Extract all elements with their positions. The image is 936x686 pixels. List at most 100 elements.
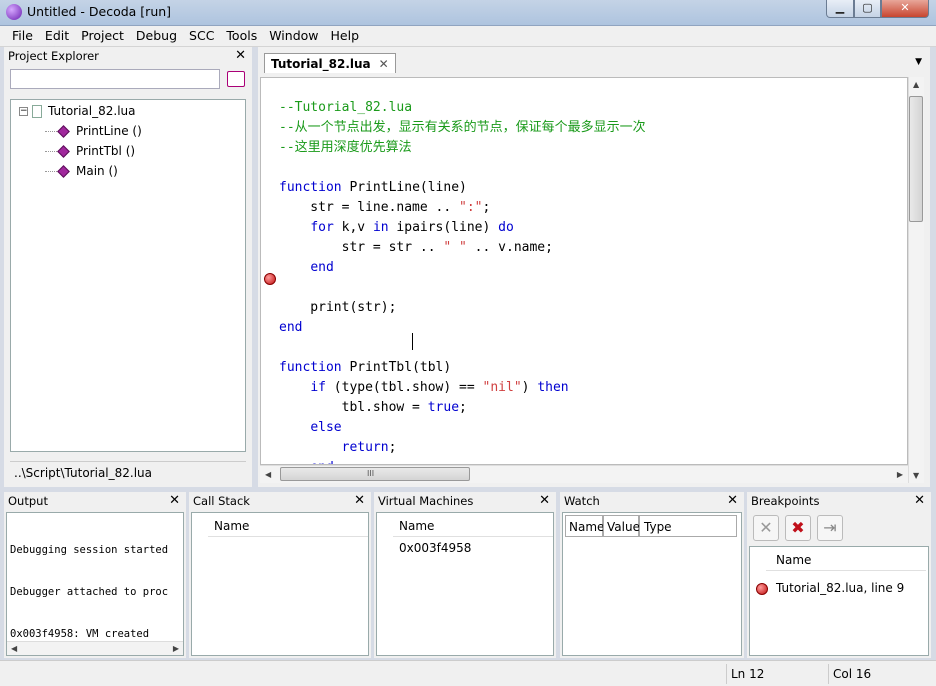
code-line: function PrintTbl(tbl) [279,358,646,378]
breakpoint-gutter[interactable] [261,78,277,464]
code-token: --这里用深度优先算法 [279,140,412,155]
menu-edit[interactable]: Edit [39,26,75,47]
breakpoint-icon [756,582,768,595]
tree-function-printtbl[interactable]: PrintTbl () [45,142,135,160]
tree-function-label: PrintLine () [76,124,142,138]
code-token: then [537,380,569,395]
collapse-icon[interactable]: − [19,107,28,116]
breakpoints-title: Breakpoints [751,494,820,508]
virtual-machines-list[interactable]: Name 0x003f4958 [376,512,554,656]
column-header-value[interactable]: Value [603,515,640,537]
column-header-name[interactable]: Name [766,549,926,571]
code-token: end [310,260,334,275]
menu-window[interactable]: Window [263,26,324,47]
close-icon[interactable]: ✕ [169,492,180,510]
breakpoints-pane: Breakpoints ✕ ✕ ✖ ⇥ Name Tutorial_82.lua… [747,492,931,658]
output-text[interactable]: Debugging session started Debugger attac… [6,512,184,656]
close-icon[interactable]: ✕ [539,492,550,510]
close-window-button[interactable]: ✕ [881,0,929,18]
code-token: --从一个节点出发，显示有关系的节点，保证每个最多显示一次 [279,120,646,135]
code-token: tbl.show = [279,400,428,415]
code-token: str = str .. [279,240,444,255]
column-header-type[interactable]: Type [639,515,737,537]
code-line: str = line.name .. ":"; [279,198,646,218]
tree-function-printline[interactable]: PrintLine () [45,122,142,140]
menu-file[interactable]: File [6,26,39,47]
call-stack-list[interactable]: Name [191,512,369,656]
code-text-area[interactable]: --Tutorial_82.lua --从一个节点出发，显示有关系的节点，保证每个… [260,77,908,465]
code-lines: --Tutorial_82.lua --从一个节点出发，显示有关系的节点，保证每个… [279,98,646,464]
menu-tools[interactable]: Tools [220,26,263,47]
output-hscrollbar[interactable]: ◀ ▶ [7,641,183,655]
scroll-left-icon[interactable]: ◀ [265,470,271,479]
code-token: ; [459,400,467,415]
code-line: str = str .. " " .. v.name; [279,238,646,258]
close-icon[interactable]: ✕ [235,47,246,65]
tab-dropdown-icon[interactable]: ▼ [915,57,922,67]
add-file-icon[interactable] [227,71,245,87]
tree-root-file[interactable]: − Tutorial_82.lua [19,102,136,120]
virtual-machines-pane: Virtual Machines ✕ Name 0x003f4958 [374,492,556,658]
column-header-name[interactable]: Name [565,515,604,537]
watch-list[interactable]: Name Value Type [562,512,742,656]
minimize-button[interactable]: ▁ [826,0,854,18]
virtual-machines-header: Virtual Machines ✕ [374,492,556,510]
output-line: Debugging session started [10,544,169,556]
code-line: end [279,458,646,464]
breakpoints-list[interactable]: Name Tutorial_82.lua, line 9 [749,546,929,656]
vm-row[interactable]: 0x003f4958 [399,541,471,555]
breakpoint-marker-icon[interactable] [264,273,276,285]
code-token: .. v.name; [466,240,553,255]
delete-all-breakpoints-icon[interactable]: ✖ [785,515,811,541]
code-token: "nil" [482,380,522,395]
tree-function-main[interactable]: Main () [45,162,118,180]
code-line: function PrintLine(line) [279,178,646,198]
editor-tab-bar: Tutorial_82.lua ✕ ▼ [258,49,930,73]
call-stack-pane: Call Stack ✕ Name [189,492,371,658]
menu-debug[interactable]: Debug [130,26,183,47]
lua-file-icon [32,105,42,118]
menu-scc[interactable]: SCC [183,26,220,47]
code-line: return; [279,438,646,458]
column-header-name[interactable]: Name [208,515,368,537]
watch-pane: Watch ✕ Name Value Type [560,492,744,658]
vertical-scroll-thumb[interactable] [909,96,923,222]
scroll-right-icon[interactable]: ▶ [173,644,179,653]
maximize-button[interactable]: ▢ [854,0,881,18]
code-token: ) [521,380,538,395]
close-icon[interactable]: ✕ [354,492,365,510]
close-icon[interactable]: ✕ [727,492,738,510]
horizontal-scroll-thumb[interactable]: III [280,467,470,481]
code-token: PrintTbl(tbl) [341,360,452,375]
status-line: Ln 12 [726,664,826,684]
column-header-name[interactable]: Name [393,515,553,537]
code-line: else [279,418,646,438]
code-token: for [310,220,334,235]
scroll-down-icon[interactable]: ▼ [913,471,919,480]
breakpoint-row[interactable]: Tutorial_82.lua, line 9 [756,581,904,595]
tab-tutorial-82[interactable]: Tutorial_82.lua ✕ [264,53,396,73]
project-search-input[interactable] [10,69,220,89]
code-token: print(str); [279,300,397,315]
code-token: ; [482,200,491,215]
goto-breakpoint-icon[interactable]: ⇥ [817,515,843,541]
scroll-right-icon[interactable]: ▶ [897,470,903,479]
tab-close-icon[interactable]: ✕ [379,57,389,71]
selected-file-path: ..\Script\Tutorial_82.lua [10,461,246,483]
close-icon[interactable]: ✕ [914,492,925,510]
scroll-up-icon[interactable]: ▲ [913,80,919,89]
menu-help[interactable]: Help [325,26,366,47]
delete-breakpoint-icon[interactable]: ✕ [753,515,779,541]
code-line: end [279,258,646,278]
project-explorer-header: Project Explorer ✕ [4,47,252,65]
output-lines: Debugging session started Debugger attac… [10,515,169,655]
scroll-left-icon[interactable]: ◀ [11,644,17,653]
menu-project[interactable]: Project [75,26,130,47]
code-token: in [372,220,389,235]
code-token: return [341,440,389,455]
code-line: --从一个节点出发，显示有关系的节点，保证每个最多显示一次 [279,118,646,138]
function-icon [57,145,70,158]
